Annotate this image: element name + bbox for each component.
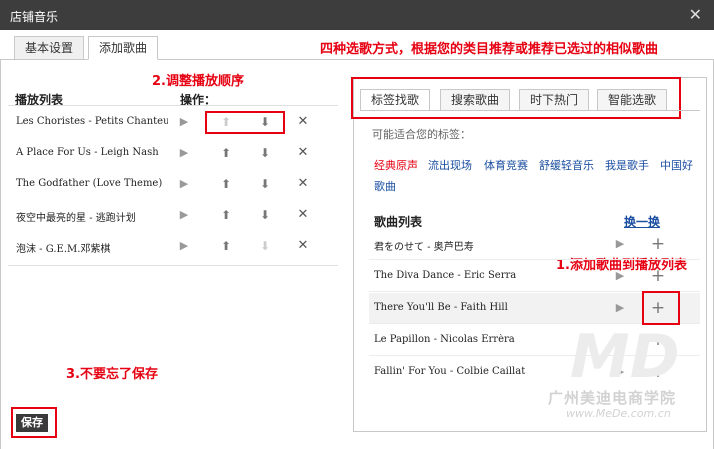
song-list-header: 歌曲列表 [374, 215, 423, 229]
annotation-save: 3.不要忘了保存 [66, 367, 158, 382]
arrow-up-icon[interactable]: ⬆ [218, 145, 234, 161]
annotation-song-methods: 四种选歌方式，根据您的类目推荐或推荐已选过的相似歌曲 [320, 42, 659, 57]
highlight-reorder-box [205, 111, 285, 134]
playlist-song-title: The Godfather (Love Theme) [16, 178, 163, 189]
tag-i-am-singer[interactable]: 我是歌手 [605, 157, 649, 173]
play-icon[interactable]: ▶ [176, 114, 192, 130]
tag-classic-soundtrack[interactable]: 经典原声 [374, 157, 418, 173]
tag-live[interactable]: 流出现场 [428, 157, 472, 173]
arrow-up-icon[interactable]: ⬆ [218, 238, 234, 254]
window-title: 店铺音乐 [10, 10, 59, 24]
close-icon[interactable]: ✕ [295, 114, 311, 130]
annotation-reorder: 2.调整播放顺序 [152, 74, 244, 89]
song-title: 君をのせて - 奥芦巴寿 [374, 242, 474, 253]
highlight-add-box [642, 291, 680, 325]
plus-icon[interactable]: + [649, 235, 667, 253]
tab-add-songs[interactable]: 添加歌曲 [88, 36, 158, 60]
close-icon[interactable]: ✕ [689, 5, 702, 24]
playlist-row: Les Choristes - Petits Chanteurs ▶ ⬆ ⬇ ✕ [8, 108, 338, 139]
tab-basic-settings[interactable]: 基本设置 [14, 36, 84, 60]
tab-search-songs[interactable]: 搜索歌曲 [440, 89, 510, 111]
title-bar: 店铺音乐 ✕ [0, 0, 714, 30]
plus-icon[interactable]: + [649, 267, 667, 285]
close-icon[interactable]: ✕ [295, 145, 311, 161]
tag-light-music[interactable]: 舒缓轻音乐 [539, 157, 594, 173]
song-title: There You'll Be - Faith Hill [374, 302, 508, 313]
sub-tabs-divider [360, 110, 700, 111]
playlist-divider [8, 105, 338, 106]
tab-trending[interactable]: 时下热门 [519, 89, 589, 111]
tag-sports[interactable]: 体育竞赛 [484, 157, 528, 173]
play-icon[interactable]: ▶ [176, 145, 192, 161]
play-icon[interactable]: ▶ [612, 268, 628, 284]
arrow-down-icon[interactable]: ⬇ [257, 145, 273, 161]
play-icon[interactable]: ▶ [612, 236, 628, 252]
play-icon[interactable]: ▶ [612, 300, 628, 316]
tag-china-good[interactable]: 中国好 [660, 157, 693, 173]
arrow-down-icon[interactable]: ⬇ [257, 176, 273, 192]
song-list-row: The Diva Dance - Eric Serra ▶ + [369, 261, 700, 292]
playlist-row: The Godfather (Love Theme) ▶ ⬆ ⬇ ✕ [8, 170, 338, 201]
arrow-up-icon[interactable]: ⬆ [218, 207, 234, 223]
tab-tag-search[interactable]: 标签找歌 [360, 89, 430, 111]
watermark-text: 广州美迪电商学院 [548, 389, 677, 407]
play-icon[interactable]: ▶ [176, 176, 192, 192]
playlist-row: A Place For Us - Leigh Nash ▶ ⬆ ⬇ ✕ [8, 139, 338, 170]
playlist-song-title: Les Choristes - Petits Chanteurs [16, 116, 168, 127]
play-icon[interactable]: ▶ [176, 207, 192, 223]
save-button[interactable]: 保存 [16, 414, 48, 432]
play-icon[interactable]: ▶ [176, 238, 192, 254]
tag-songs[interactable]: 歌曲 [374, 178, 396, 194]
song-title: The Diva Dance - Eric Serra [374, 270, 517, 281]
arrow-down-icon: ⬇ [259, 239, 271, 253]
playlist-row: 泡沫 - G.E.M.邓紫棋 ▶ ⬆ ⬇ ✕ [8, 232, 338, 263]
playlist-song-title: 泡沫 - G.E.M.邓紫棋 [16, 244, 111, 255]
watermark-logo: MD [570, 322, 680, 392]
close-icon[interactable]: ✕ [295, 207, 311, 223]
playlist-song-title: 夜空中最亮的星 - 逃跑计划 [16, 213, 136, 224]
arrow-down-icon[interactable]: ⬇ [257, 207, 273, 223]
playlist-row: 夜空中最亮的星 - 逃跑计划 ▶ ⬆ ⬇ ✕ [8, 201, 338, 232]
close-icon[interactable]: ✕ [295, 238, 311, 254]
song-list-row: 君をのせて - 奥芦巴寿 ▶ + [369, 229, 700, 260]
watermark-url: www.MeDe.com.cn [566, 407, 671, 420]
arrow-up-icon[interactable]: ⬆ [218, 176, 234, 192]
playlist-divider [8, 265, 338, 266]
close-icon[interactable]: ✕ [295, 176, 311, 192]
tag-hint: 可能适合您的标签： [372, 128, 471, 141]
tab-smart-pick[interactable]: 智能选歌 [597, 89, 667, 111]
playlist-song-title: A Place For Us - Leigh Nash [16, 147, 159, 158]
refresh-link[interactable]: 换一换 [624, 213, 660, 230]
